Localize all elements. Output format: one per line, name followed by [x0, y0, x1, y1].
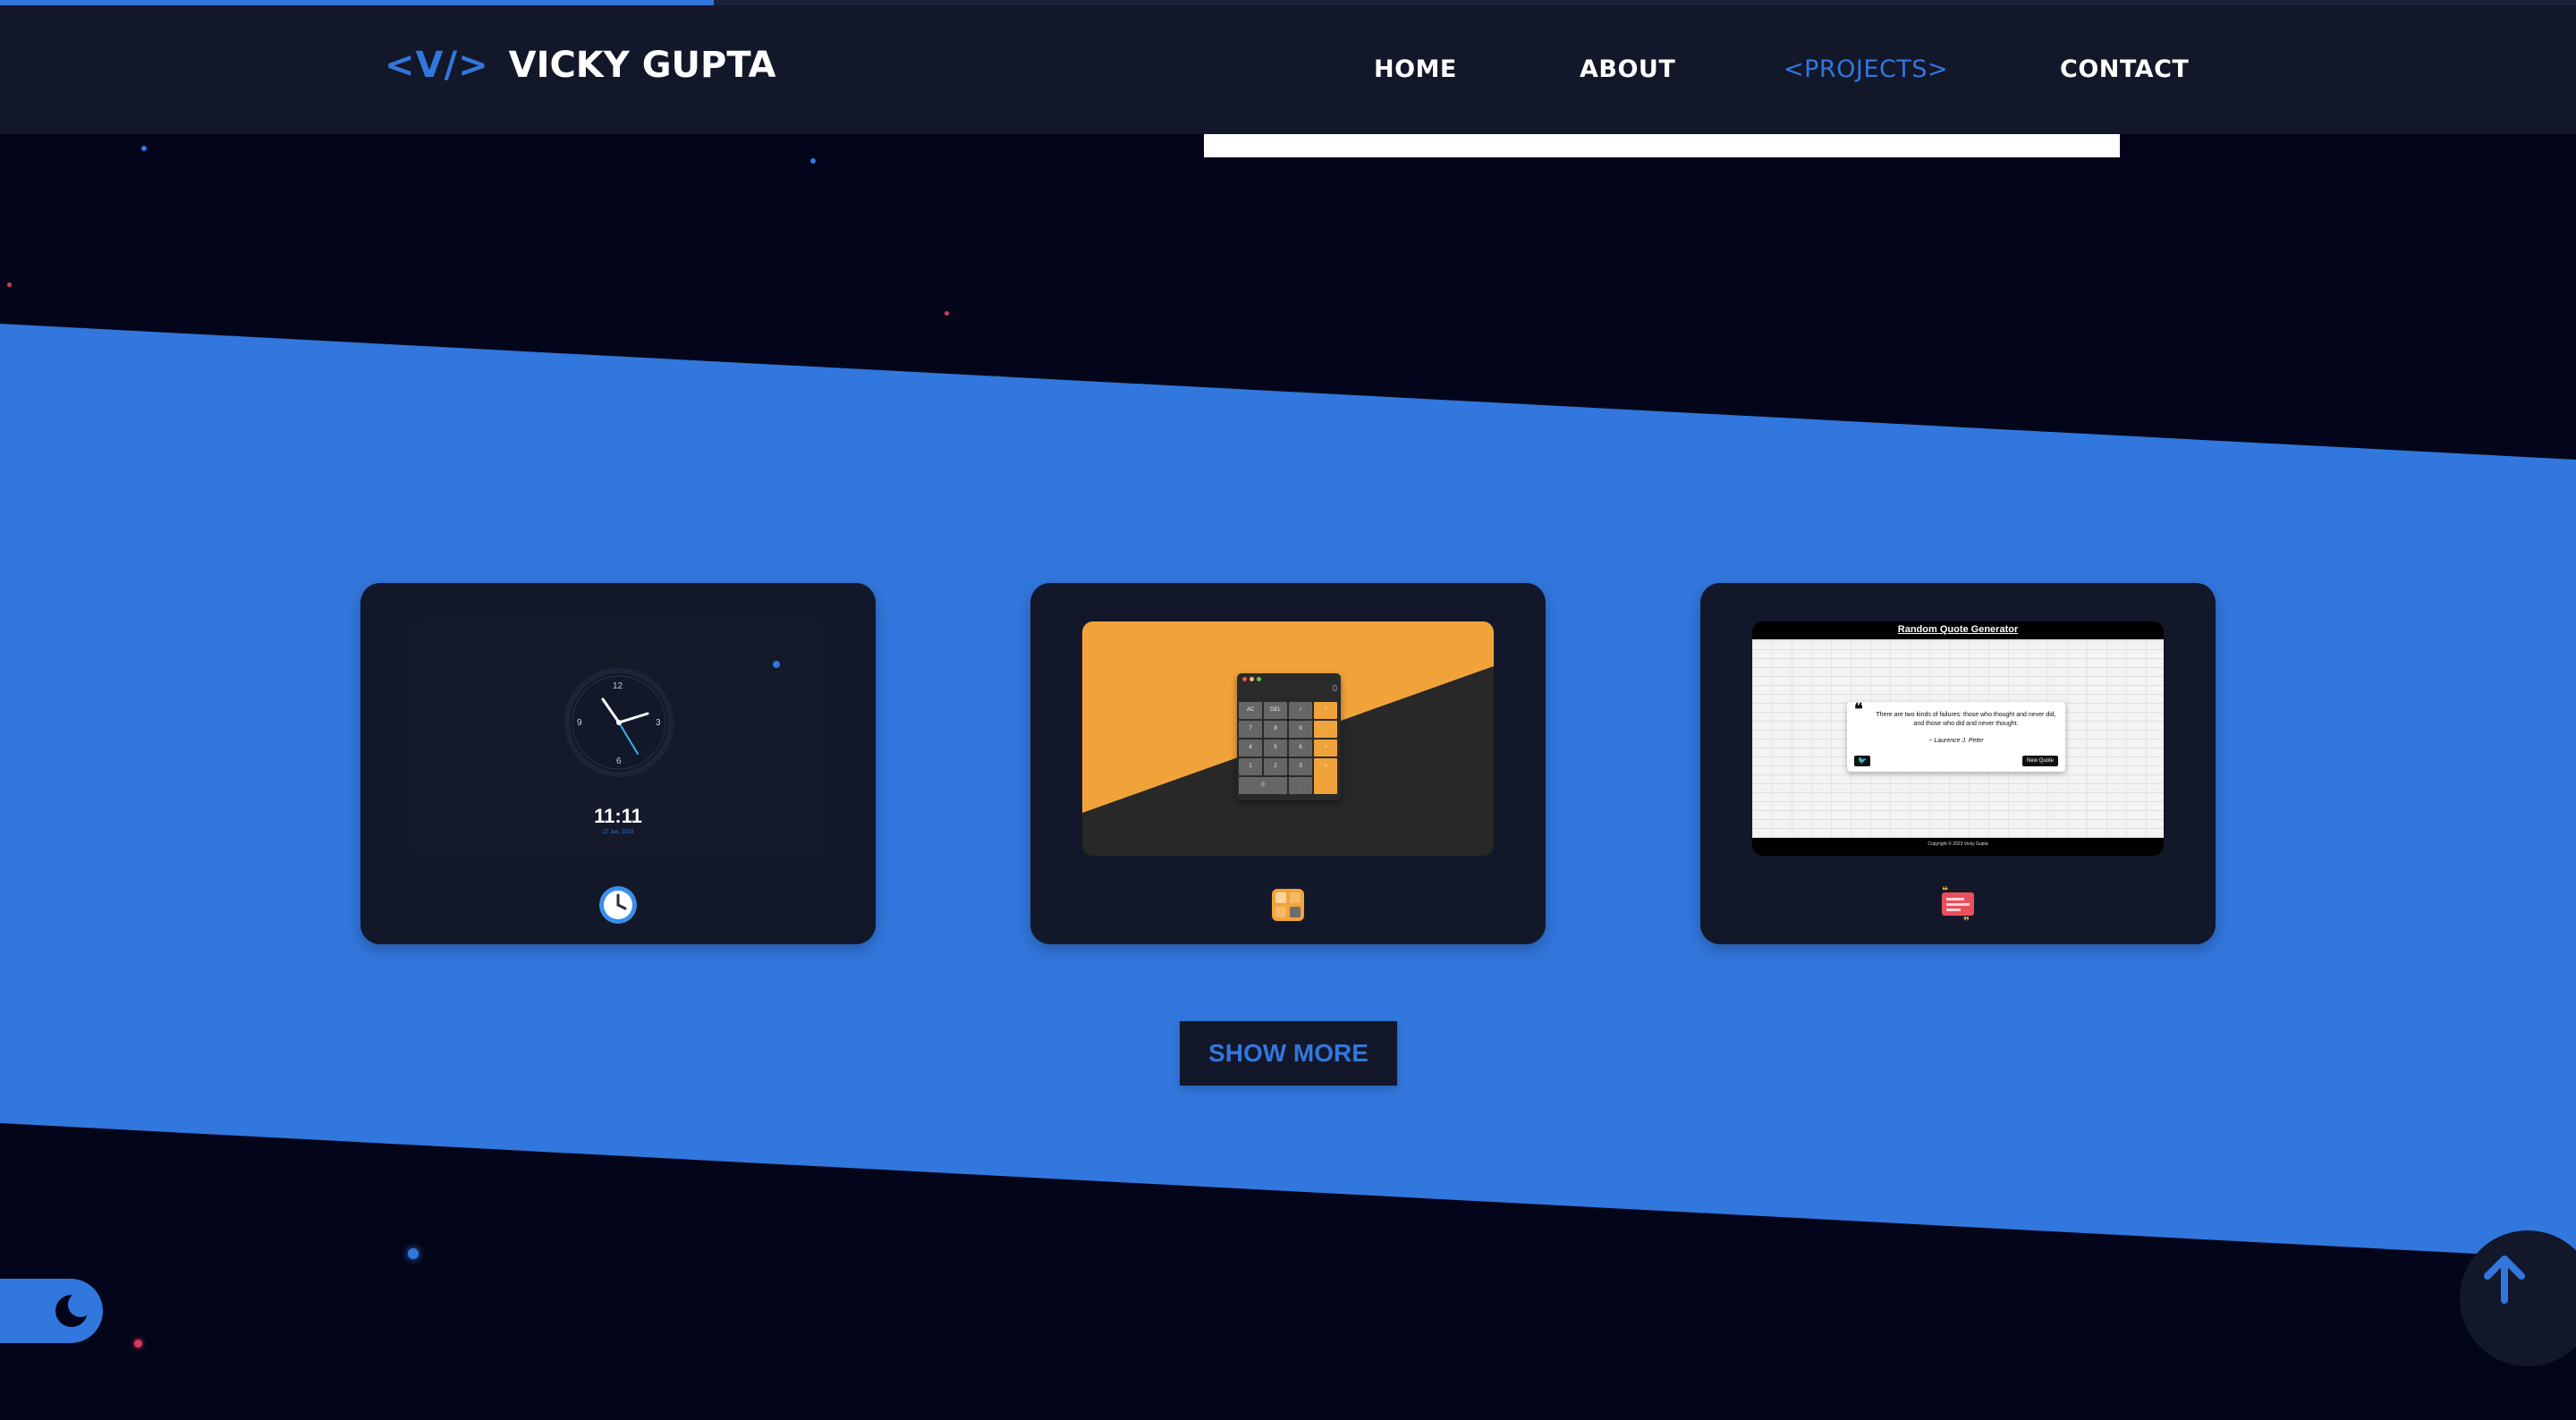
clock-label-3: 3 — [656, 718, 661, 728]
calculator-keypad: AC DEL / * 7 8 9- 4 5 6 +1 2 3 = 0. — [1239, 702, 1339, 797]
clock-preview: 12 3 6 9 11:11 27 Jun, 2023 — [412, 621, 824, 856]
calculator-window: 0 AC DEL / * 7 8 9- 4 5 6 +1 2 3 = 0. — [1237, 673, 1341, 800]
star-dot — [7, 283, 12, 287]
calculator-preview: 0 AC DEL / * 7 8 9- 4 5 6 +1 2 3 = 0. — [1082, 621, 1494, 856]
quote-app-title: Random Quote Generator — [1897, 624, 2019, 635]
calculator-icon — [1268, 885, 1308, 925]
project-card-calculator[interactable]: 0 AC DEL / * 7 8 9- 4 5 6 +1 2 3 = 0. — [1030, 583, 1546, 944]
new-quote-button[interactable]: New Quote — [2021, 756, 2058, 766]
quote-author: ~ Laurence J. Peter — [1928, 738, 1984, 744]
nav-contact[interactable]: CONTACT — [2060, 55, 2189, 83]
clock-icon — [598, 885, 638, 925]
quote-generator-preview: Random Quote Generator ❝ There are two k… — [1752, 621, 2164, 856]
quote-app-footer: Copyright © 2023 Vicky Gupta — [1928, 841, 1988, 847]
calculator-key: AC — [1239, 702, 1262, 719]
nav-about[interactable]: ABOUT — [1580, 55, 1675, 83]
arrow-up-icon — [2484, 1255, 2525, 1304]
calculator-key: * — [1314, 702, 1337, 719]
calculator-key: = — [1314, 758, 1337, 794]
star-dot — [810, 158, 816, 164]
calculator-key: 0 — [1239, 777, 1287, 794]
svg-text:❞: ❞ — [1963, 915, 1970, 925]
svg-text:❝: ❝ — [1942, 885, 1948, 897]
navbar: <V/> VICKY GUPTA HOME ABOUT <PROJECTS> C… — [0, 0, 2576, 134]
project-card-clock[interactable]: 12 3 6 9 11:11 27 Jun, 2023 — [360, 583, 876, 944]
scroll-progress-track — [0, 0, 2576, 5]
star-dot — [945, 311, 949, 316]
calculator-key: / — [1289, 702, 1312, 719]
show-more-button[interactable]: SHOW MORE — [1180, 1021, 1397, 1086]
quote-text: There are two kinds of failures: those w… — [1876, 712, 2056, 727]
calculator-key: . — [1289, 777, 1312, 794]
quote-mark-icon: ❝ — [1854, 700, 1863, 719]
calculator-key: + — [1314, 740, 1337, 756]
calculator-key: 7 — [1239, 721, 1262, 738]
previous-section-edge — [1204, 134, 2120, 157]
calculator-key: 1 — [1239, 758, 1262, 775]
calculator-key: 3 — [1289, 758, 1312, 775]
project-card-quote-generator[interactable]: Random Quote Generator ❝ There are two k… — [1700, 583, 2216, 944]
moon-icon — [55, 1292, 93, 1327]
star-dot — [141, 146, 147, 151]
nav-links: HOME ABOUT <PROJECTS> CONTACT — [0, 55, 2576, 91]
digital-time: 11:11 — [594, 805, 642, 827]
calculator-display: 0 — [1332, 684, 1337, 694]
calculator-key: - — [1314, 721, 1337, 738]
digital-date: 27 Jun, 2023 — [602, 830, 634, 835]
star-dot — [134, 1340, 142, 1348]
twitter-icon[interactable]: 🐦 — [1854, 756, 1870, 766]
calculator-key: 4 — [1239, 740, 1262, 756]
clock-label-6: 6 — [616, 756, 622, 766]
quote-box: ❝ There are two kinds of failures: those… — [1847, 700, 2065, 772]
calculator-key: DEL — [1264, 702, 1287, 719]
clock-label-12: 12 — [613, 681, 623, 691]
quote-icon: ❝ ❞ — [1938, 884, 1978, 927]
clock-label-9: 9 — [577, 718, 582, 728]
nav-projects[interactable]: <PROJECTS> — [1784, 55, 1948, 83]
calculator-key: 8 — [1264, 721, 1287, 738]
calculator-key: 6 — [1289, 740, 1312, 756]
calculator-key: 2 — [1264, 758, 1287, 775]
star-dot — [408, 1248, 419, 1259]
theme-toggle-button[interactable] — [0, 1279, 103, 1343]
scroll-progress-bar — [0, 0, 714, 5]
nav-home[interactable]: HOME — [1374, 55, 1457, 83]
calculator-key: 9 — [1289, 721, 1312, 738]
calculator-key: 5 — [1264, 740, 1287, 756]
